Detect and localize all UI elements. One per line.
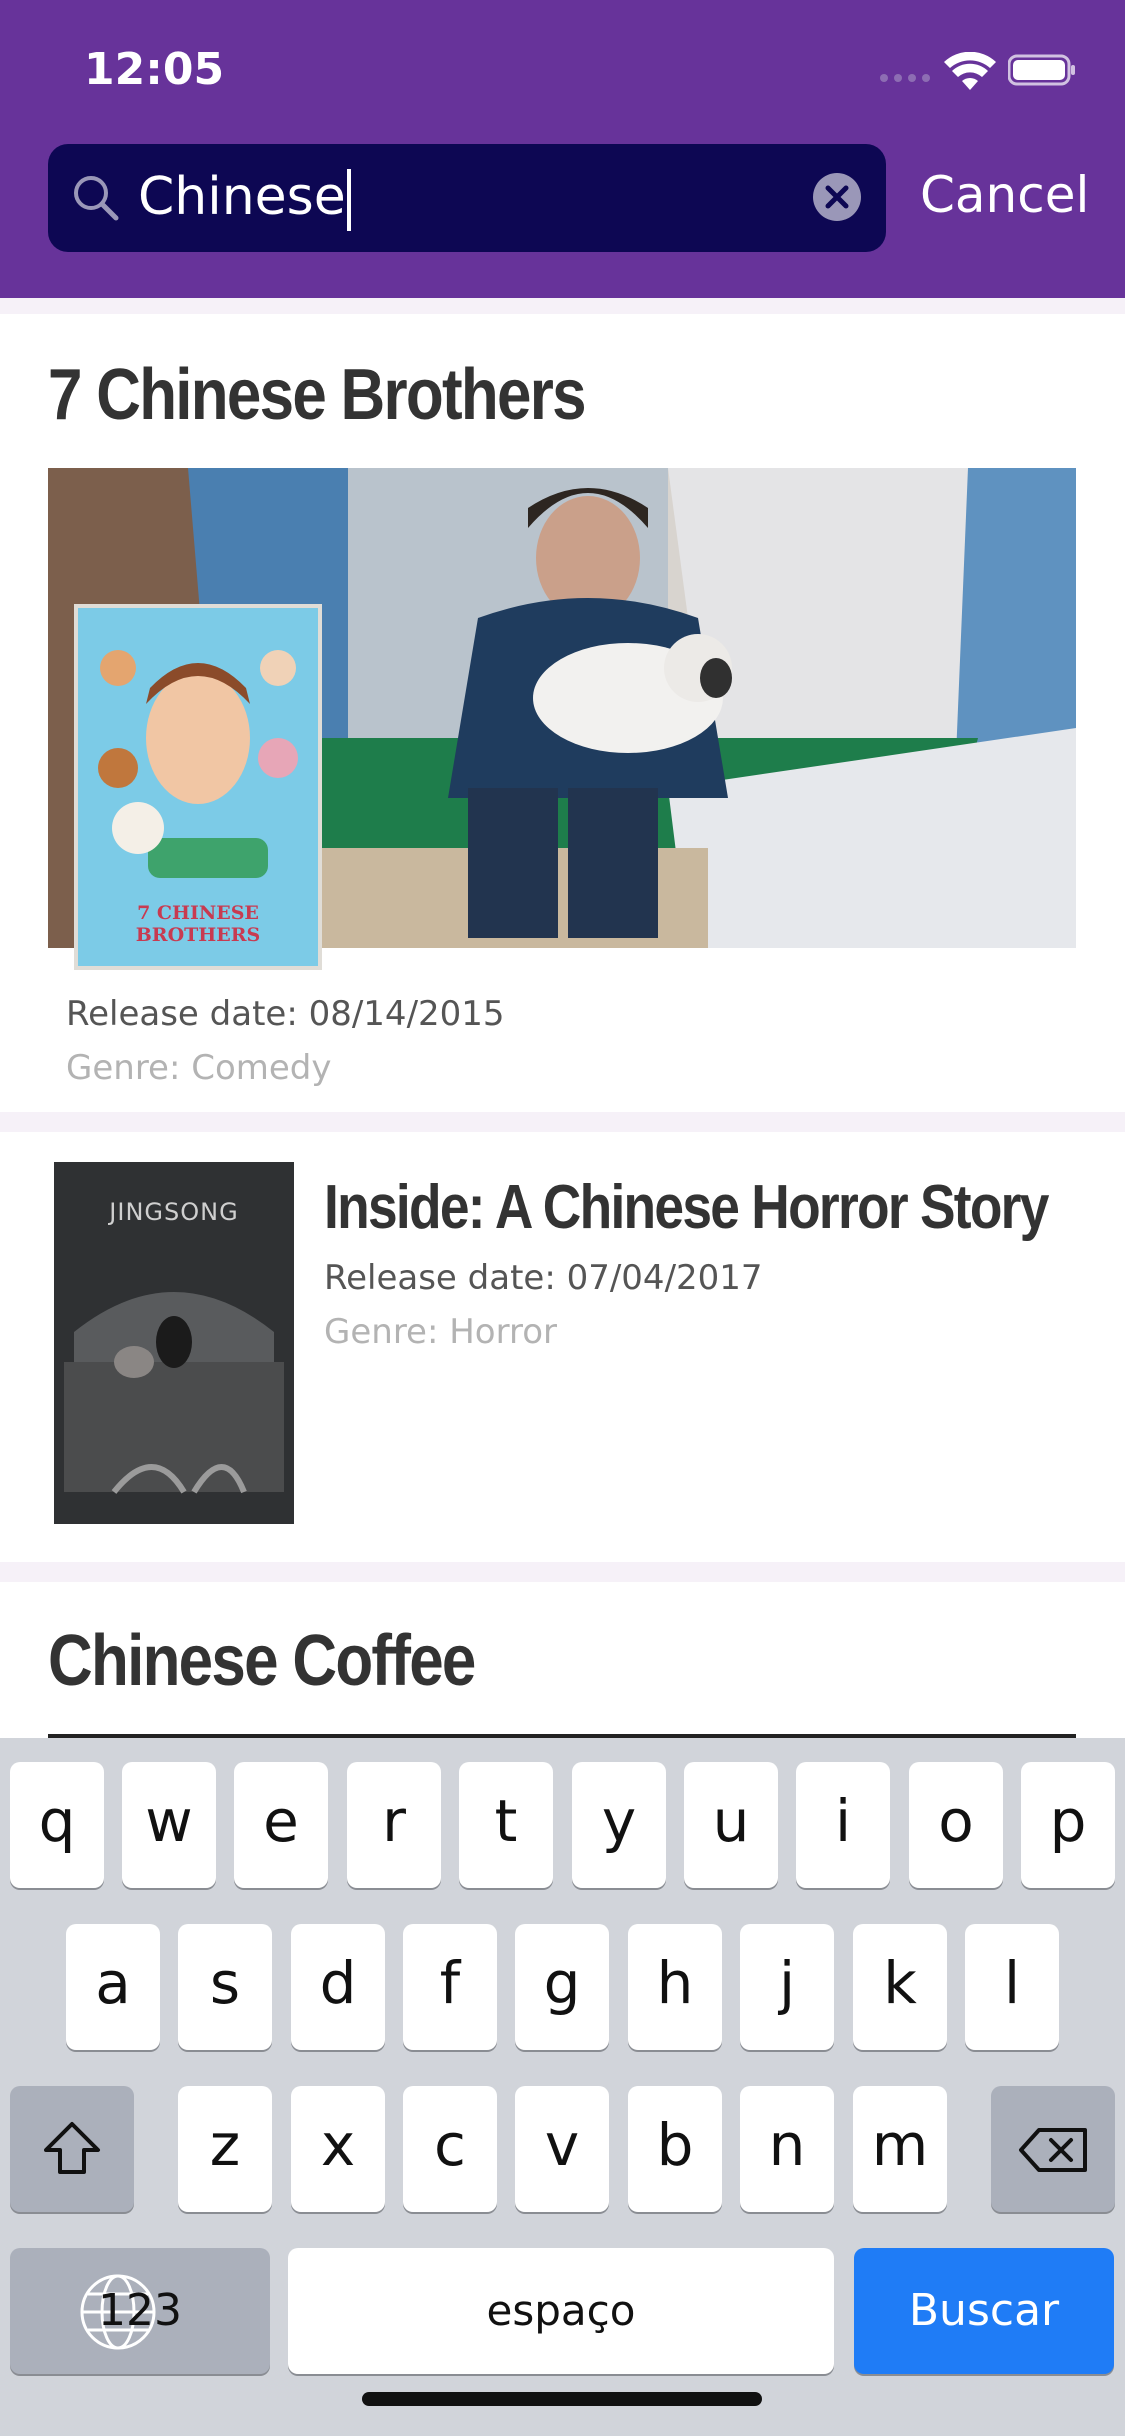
key-u[interactable]: u (684, 1762, 778, 1888)
genre: Genre: Horror (324, 1312, 557, 1352)
key-n[interactable]: n (740, 2086, 834, 2212)
key-i[interactable]: i (796, 1762, 890, 1888)
key-j[interactable]: j (740, 1924, 834, 2050)
key-s[interactable]: s (178, 1924, 272, 2050)
numbers-key-label: 123 (98, 2285, 182, 2336)
key-o[interactable]: o (909, 1762, 1003, 1888)
search-icon (74, 176, 119, 221)
key-e[interactable]: e (234, 1762, 328, 1888)
wifi-icon (944, 52, 996, 90)
key-d[interactable]: d (291, 1924, 385, 2050)
movie-title: Chinese Coffee (48, 1621, 476, 1701)
genre: Genre: Comedy (66, 1048, 332, 1088)
release-date: Release date: 08/14/2015 (66, 994, 505, 1034)
backspace-icon (1019, 2128, 1087, 2172)
status-time: 12:05 (84, 44, 225, 95)
text-caret (346, 169, 351, 231)
shift-icon (44, 2122, 100, 2174)
space-key[interactable]: espaço (288, 2248, 834, 2374)
key-y[interactable]: y (572, 1762, 666, 1888)
app-header: 12:05 Chinese Cancel (0, 0, 1125, 298)
search-submit-key[interactable]: Buscar (854, 2248, 1114, 2374)
key-v[interactable]: v (515, 2086, 609, 2212)
key-a[interactable]: a (66, 1924, 160, 2050)
signal-icon (880, 74, 930, 82)
movie-title: Inside: A Chinese Horror Story (324, 1173, 1049, 1242)
result-card[interactable]: JINGSONG Inside: A Chinese Horror Story … (0, 1132, 1125, 1562)
key-p[interactable]: p (1021, 1762, 1115, 1888)
shift-key[interactable] (10, 2086, 134, 2212)
key-x[interactable]: x (291, 2086, 385, 2212)
result-card[interactable]: Chinese Coffee (0, 1582, 1125, 1742)
key-h[interactable]: h (628, 1924, 722, 2050)
key-t[interactable]: t (459, 1762, 553, 1888)
movie-poster: JINGSONG (54, 1162, 294, 1524)
clear-icon[interactable] (812, 172, 862, 222)
key-k[interactable]: k (853, 1924, 947, 2050)
backspace-key[interactable] (991, 2086, 1115, 2212)
key-w[interactable]: w (122, 1762, 216, 1888)
key-g[interactable]: g (515, 1924, 609, 2050)
key-z[interactable]: z (178, 2086, 272, 2212)
key-m[interactable]: m (853, 2086, 947, 2212)
poster-art (98, 650, 298, 878)
movie-title: 7 Chinese Brothers (48, 355, 587, 435)
movie-poster: 7 CHINESE BROTHERS (74, 604, 322, 970)
search-field[interactable]: Chinese (48, 144, 886, 252)
home-indicator (362, 2392, 762, 2406)
key-b[interactable]: b (628, 2086, 722, 2212)
keyboard: q w e r t y u i o p a s d f g h j k l z … (0, 1738, 1125, 2436)
key-l[interactable]: l (965, 1924, 1059, 2050)
key-f[interactable]: f (403, 1924, 497, 2050)
poster-title: 7 CHINESE BROTHERS (135, 902, 261, 946)
key-q[interactable]: q (10, 1762, 104, 1888)
key-c[interactable]: c (403, 2086, 497, 2212)
numbers-key[interactable]: 123 (10, 2248, 270, 2374)
key-r[interactable]: r (347, 1762, 441, 1888)
battery-icon (1008, 54, 1075, 86)
cancel-button[interactable]: Cancel (920, 166, 1089, 224)
poster-title: JINGSONG (109, 1198, 239, 1226)
search-input[interactable]: Chinese (138, 167, 346, 227)
release-date: Release date: 07/04/2017 (324, 1258, 763, 1298)
result-card[interactable]: 7 Chinese Brothers 7 CHINESE BROTHERS Re… (0, 314, 1125, 1112)
